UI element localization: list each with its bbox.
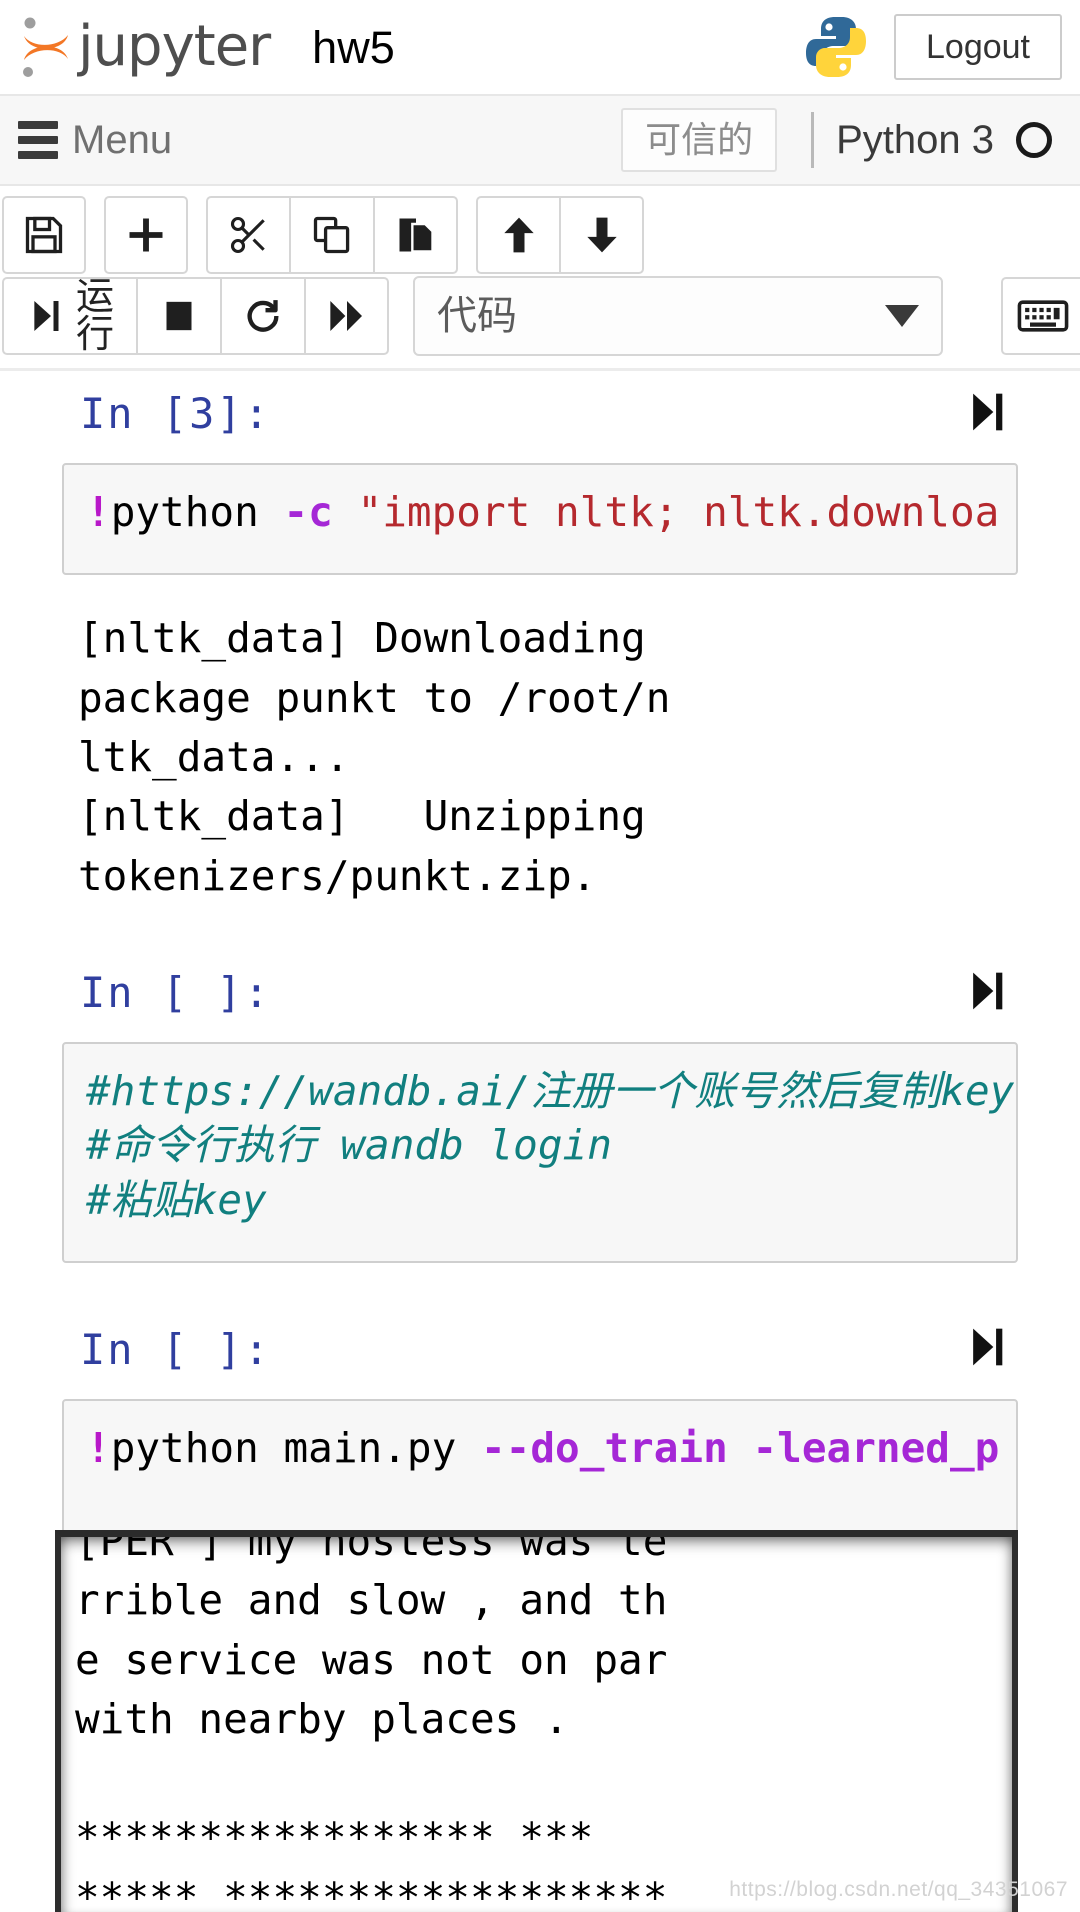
plus-icon <box>124 213 168 257</box>
logout-button[interactable]: Logout <box>894 14 1062 80</box>
menu-label: Menu <box>72 118 173 162</box>
run-cell-icon[interactable] <box>964 1321 1008 1378</box>
paste-button[interactable] <box>374 196 458 274</box>
copy-button[interactable] <box>290 196 374 274</box>
cell-input-area[interactable]: !python -c "import nltk; nltk.downloa <box>62 463 1018 576</box>
watermark: https://blog.csdn.net/qq_34351067 <box>729 1878 1068 1901</box>
run-step-icon <box>26 296 66 336</box>
run-cell-button[interactable]: 运行 <box>2 276 138 356</box>
notebook-toolbar: 运行 代码 <box>0 186 1080 371</box>
toolbar-row-run: 运行 代码 <box>0 276 1080 368</box>
kernel-separator <box>811 112 815 168</box>
jupyter-wordmark: jupyter <box>78 14 271 79</box>
jupyter-notebook-page: jupyter hw5 Logout Menu 可信的 Python 3 运行 … <box>0 0 1080 1912</box>
output-line: ***** ****************** <box>75 1873 668 1912</box>
cell-prompt: In [ ]: <box>80 1324 272 1374</box>
code-token-flag2: -learned_p <box>752 1423 1000 1472</box>
cell-source: !python main.py --do_train -learned_p <box>86 1421 999 1475</box>
menubar: Menu 可信的 Python 3 <box>0 96 1080 186</box>
output-clipped-line: [PER ] my hostess was te <box>75 1530 668 1565</box>
cell-source: #https://wandb.ai/注册一个账号然后复制key #命令行执行 w… <box>86 1067 1015 1224</box>
jupyter-logo[interactable]: jupyter <box>18 14 271 80</box>
fast-forward-icon <box>327 296 367 336</box>
cell-output-text: [nltk_data] Downloading package punkt to… <box>78 614 671 900</box>
toolbar-group-save <box>2 196 86 274</box>
hamburger-icon <box>18 121 58 159</box>
menu-button[interactable]: Menu <box>18 120 172 160</box>
run-button-label: 运行 <box>76 276 115 356</box>
toolbar-group-insert <box>104 196 188 274</box>
cut-button[interactable] <box>206 196 290 274</box>
chevron-down-icon <box>885 305 920 327</box>
arrow-down-icon <box>580 213 624 257</box>
restart-and-run-all-button[interactable] <box>305 277 390 355</box>
trusted-badge[interactable]: 可信的 <box>621 108 778 172</box>
kernel-indicator[interactable]: Python 3 <box>811 112 1052 168</box>
restart-kernel-button[interactable] <box>221 277 306 355</box>
save-disk-icon <box>22 213 66 257</box>
output-line: ***************** *** <box>75 1814 594 1863</box>
toolbar-group-clipboard <box>206 196 458 274</box>
output-line: with nearby places . <box>75 1695 569 1744</box>
cell-source: !python -c "import nltk; nltk.downloa <box>86 485 999 539</box>
output-line: rrible and slow , and th <box>75 1576 668 1625</box>
jupyter-logo-icon <box>18 14 74 80</box>
code-token-string: "import nltk; nltk.downloa <box>357 488 1000 536</box>
run-cell-icon[interactable] <box>964 386 1008 443</box>
arrow-up-icon <box>497 213 541 257</box>
toolbar-group-move <box>476 196 644 274</box>
cell-spacer <box>0 1263 1080 1307</box>
code-token-flag: --do_train <box>480 1423 728 1472</box>
notebook-body: In [3]: !python -c "import nltk; nltk.do… <box>0 371 1080 1547</box>
notebook-cell[interactable]: In [3]: !python -c "import nltk; nltk.do… <box>0 371 1080 906</box>
interrupt-kernel-button[interactable] <box>137 277 222 355</box>
python-logo-icon <box>804 14 868 80</box>
toolbar-group-run: 运行 <box>2 276 390 356</box>
notebook-header: jupyter hw5 Logout <box>0 0 1080 96</box>
header-right-group: Logout <box>804 14 1062 80</box>
cell-spacer <box>0 906 1080 950</box>
command-palette-button[interactable] <box>1001 277 1080 355</box>
run-cell-icon[interactable] <box>964 965 1008 1022</box>
kernel-name: Python 3 <box>836 118 994 162</box>
cell-prompt: In [3]: <box>80 389 272 438</box>
restart-circle-arrow-icon <box>243 296 283 336</box>
cell-type-value: 代码 <box>437 294 518 338</box>
code-token-bang: ! <box>86 488 111 536</box>
code-token-plain: python main.py <box>110 1423 481 1472</box>
cell-prompt-row: In [ ]: <box>0 950 1080 1036</box>
cell-prompt-row: In [ ]: <box>0 1307 1080 1393</box>
cell-input-area[interactable]: #https://wandb.ai/注册一个账号然后复制key #命令行执行 w… <box>62 1042 1018 1263</box>
insert-cell-below-button[interactable] <box>104 196 188 274</box>
notebook-cell[interactable]: In [ ]: #https://wandb.ai/注册一个账号然后复制key … <box>0 950 1080 1263</box>
move-cell-up-button[interactable] <box>476 196 560 274</box>
code-token-plain: python <box>110 488 284 536</box>
paste-icon <box>394 213 438 257</box>
scrolled-output-text: [PER ] my hostess was te rrible and slow… <box>61 1530 1012 1912</box>
cell-input-area[interactable]: !python main.py --do_train -learned_p <box>62 1398 1018 1547</box>
move-cell-down-button[interactable] <box>560 196 644 274</box>
output-line: e service was not on par <box>75 1635 668 1684</box>
scissors-icon <box>227 213 271 257</box>
cell-prompt: In [ ]: <box>80 968 272 1018</box>
notebook-name[interactable]: hw5 <box>312 25 395 70</box>
copy-icon <box>310 213 354 257</box>
toolbar-row-edit <box>0 196 1080 274</box>
cell-type-select[interactable]: 代码 <box>413 276 944 356</box>
kernel-idle-circle-icon <box>1016 122 1052 158</box>
stop-square-icon <box>159 296 199 336</box>
notebook-cell[interactable]: In [ ]: !python main.py --do_train -lear… <box>0 1307 1080 1547</box>
keyboard-icon <box>1017 296 1069 336</box>
scrolled-output-panel[interactable]: [PER ] my hostess was te rrible and slow… <box>55 1530 1018 1912</box>
save-button[interactable] <box>2 196 86 274</box>
code-token-bang: ! <box>86 1423 111 1472</box>
code-token-flag: -c <box>283 488 333 536</box>
cell-prompt-row: In [3]: <box>0 371 1080 457</box>
